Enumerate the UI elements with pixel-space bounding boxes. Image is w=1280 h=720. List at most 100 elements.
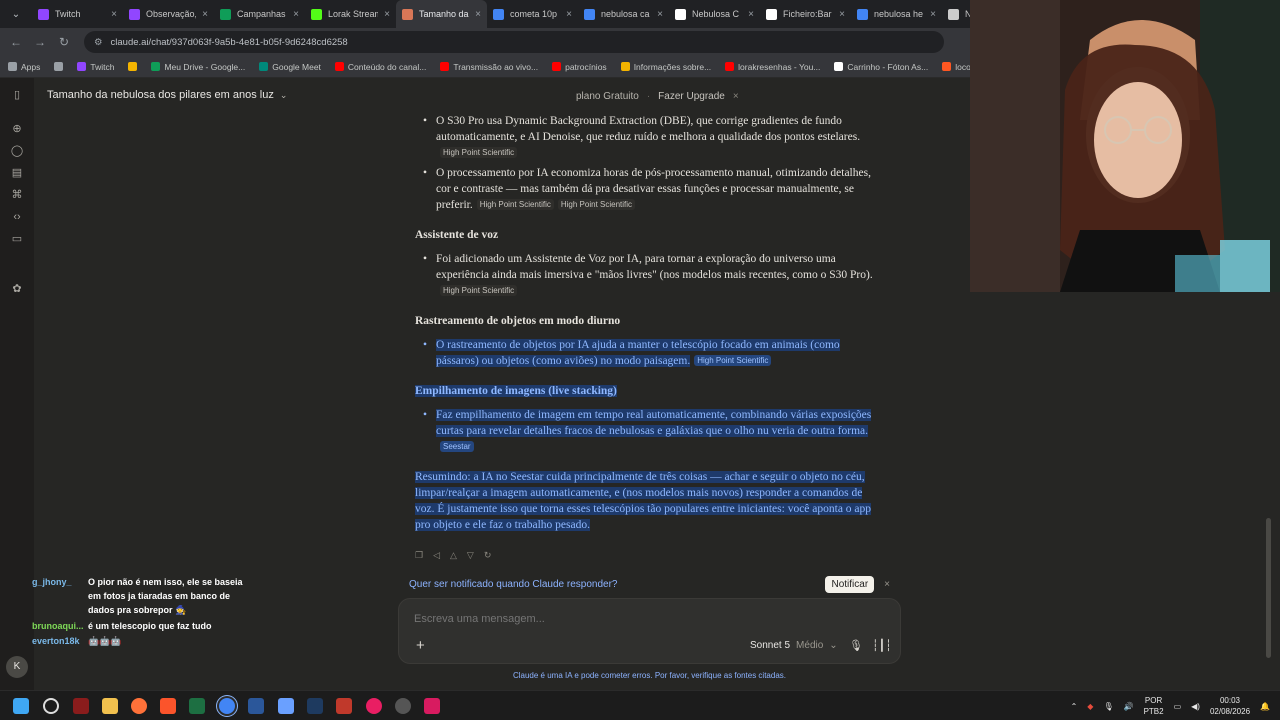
message-input[interactable] [414,613,834,625]
chat-title[interactable]: Tamanho da nebulosa dos pilares em anos … [47,89,287,101]
bookmark-item[interactable] [128,62,138,71]
new-chat-icon[interactable]: ⊕ [10,122,24,136]
scrollbar[interactable] [1266,518,1271,658]
code-icon[interactable]: ‹› [10,210,24,224]
browser-tab[interactable]: cometa 10p × [487,0,578,28]
back-icon[interactable]: ← [4,35,28,49]
tab-search-icon[interactable]: ⌄ [4,4,28,24]
microphone-icon[interactable]: 🎙 [849,639,863,652]
citation-chip[interactable]: Seestar [440,441,474,452]
clock[interactable]: 00:03 02/08/2026 [1210,695,1250,717]
app-icon[interactable] [395,698,411,714]
lang-line1: POR [1144,696,1163,705]
briefcase-icon[interactable]: ▭ [10,232,24,246]
plus-icon[interactable]: + [416,637,425,654]
bookmark-item[interactable]: Meu Drive - Google... [151,62,245,72]
bookmark-item[interactable]: Google Meet [259,62,321,72]
firefox-icon[interactable] [131,698,147,714]
list-item-text: O rastreamento de objetos por IA ajuda a… [436,339,840,367]
browser-tab[interactable]: Tamanho da × [396,0,487,28]
brave-icon[interactable] [160,698,176,714]
browser-tab[interactable]: nebulosa he × [851,0,942,28]
file-explorer-icon[interactable] [102,698,118,714]
windows-start-icon[interactable] [13,698,29,714]
projects-icon[interactable]: ▤ [10,166,24,180]
artifacts-icon[interactable]: ⌘ [10,188,24,202]
retry-icon[interactable]: ↻ [484,550,492,561]
model-selector[interactable]: Sonnet 5 Médio ⌄ [750,640,838,651]
close-icon[interactable]: × [884,579,890,590]
settings-icon[interactable]: ✿ [10,282,24,296]
chats-icon[interactable]: ◯ [10,144,24,158]
microphone-icon[interactable]: 🎙 [1103,702,1113,711]
reload-icon[interactable]: ↻ [52,35,76,49]
bookmark-item[interactable]: Apps [8,62,40,72]
sidebar-toggle-icon[interactable]: ▯ [10,88,24,102]
browser-tab[interactable]: Observação, × [123,0,214,28]
bookmark-item[interactable]: patrocínios [552,62,607,72]
language-indicator[interactable]: POR PTB2 [1144,695,1164,717]
copy-icon[interactable]: ❐ [415,550,423,561]
citation-chip[interactable]: High Point Scientific [476,199,554,210]
network-icon[interactable]: ▭ [1174,702,1182,711]
close-icon[interactable]: × [733,91,739,102]
browser-tab[interactable]: Twitch × [32,0,123,28]
close-tab-icon[interactable]: × [930,9,936,20]
chat-username[interactable]: everton18k [32,634,80,648]
browser-tab[interactable]: Nebulosa C × [669,0,760,28]
bookmark-item[interactable]: lorakresenhas - You... [725,62,820,72]
browser-tab[interactable]: nebulosa ca × [578,0,669,28]
chevron-up-icon[interactable]: ⌃ [1071,702,1078,711]
browser-tab[interactable]: Lorak Stream × [305,0,396,28]
close-tab-icon[interactable]: × [566,9,572,20]
assistant-message: O S30 Pro usa Dynamic Background Extract… [415,113,875,533]
close-tab-icon[interactable]: × [384,9,390,20]
close-tab-icon[interactable]: × [111,9,117,20]
excel-icon[interactable] [189,698,205,714]
address-bar[interactable]: ⚙ claude.ai/chat/937d063f-9a5b-4e81-b05f… [84,31,944,53]
citation-chip[interactable]: High Point Scientific [440,147,518,158]
chat-username[interactable]: g_jhony_ [32,575,72,589]
chat-username[interactable]: brunoaqui... [32,619,84,633]
bookmark-item[interactable]: loco [942,62,970,72]
notify-button[interactable]: Notificar [825,575,875,593]
bookmark-item[interactable]: Twitch [77,62,114,72]
browser-tab[interactable]: Ficheiro:Bar × [760,0,851,28]
bookmark-item[interactable] [54,62,64,71]
search-icon[interactable] [43,698,59,714]
browser-tab[interactable]: Campanhas × [214,0,305,28]
volume-icon[interactable]: 🔊 [1124,702,1134,711]
app-icon[interactable] [366,698,382,714]
bookmark-item[interactable]: Transmissão ao vivo... [440,62,538,72]
thumbs-up-icon[interactable]: △ [450,550,457,561]
avatar[interactable]: K [6,656,28,678]
bookmark-item[interactable]: Carrinho - Fóton As... [834,62,928,72]
close-tab-icon[interactable]: × [748,9,754,20]
bookmark-item[interactable]: Conteúdo do canal... [334,62,426,72]
notification-bell-icon[interactable]: 🔔 [1260,702,1270,711]
forward-icon[interactable]: → [28,35,52,49]
citation-chip[interactable]: High Point Scientific [694,355,772,366]
chrome-icon[interactable] [219,698,235,714]
voice-mode-icon[interactable]: ┆┃┆ [872,639,892,652]
upgrade-link[interactable]: Fazer Upgrade [658,91,725,102]
word-icon[interactable] [248,698,264,714]
close-tab-icon[interactable]: × [657,9,663,20]
app-icon[interactable] [336,698,352,714]
close-tab-icon[interactable]: × [293,9,299,20]
citation-chip[interactable]: High Point Scientific [440,285,518,296]
volume-icon[interactable]: ◀) [1191,702,1200,711]
tray-app-icon[interactable]: ◆ [1087,702,1093,711]
app-icon[interactable] [73,698,89,714]
citation-chip[interactable]: High Point Scientific [557,199,636,210]
speaker-icon[interactable]: ◁ [433,550,440,561]
app-icon[interactable] [307,698,323,714]
app-icon[interactable] [278,698,294,714]
app-icon[interactable] [424,698,440,714]
thumbs-down-icon[interactable]: ▽ [467,550,474,561]
bookmark-item[interactable]: Informações sobre... [620,62,711,72]
close-tab-icon[interactable]: × [202,9,208,20]
site-info-icon[interactable]: ⚙ [94,37,103,48]
close-tab-icon[interactable]: × [839,9,845,20]
close-tab-icon[interactable]: × [475,9,481,20]
